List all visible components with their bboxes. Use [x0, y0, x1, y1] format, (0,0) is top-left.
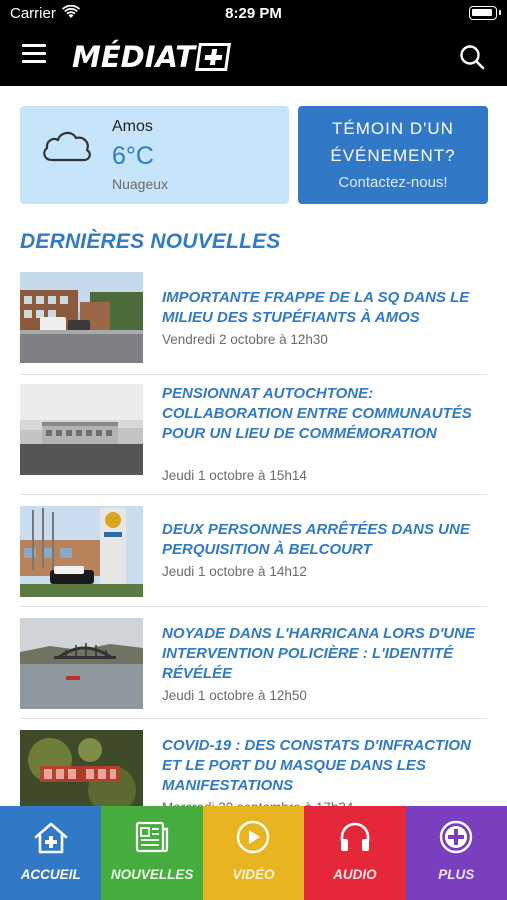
news-headline[interactable]: IMPORTANTE FRAPPE DE LA SQ DANS LE MILIE… [162, 288, 482, 328]
news-date: Vendredi 2 octobre à 12h30 [162, 332, 328, 347]
weather-card[interactable]: Amos 6°C Nuageux [20, 106, 289, 204]
news-item[interactable]: IMPORTANTE FRAPPE DE LA SQ DANS LE MILIE… [20, 272, 487, 374]
bottom-tab-bar: ACCUEIL NOUVELLES VIDÉO AUDIO PLUS [0, 806, 507, 900]
news-item[interactable]: PENSIONNAT AUTOCHTONE: COLLABORATION ENT… [20, 384, 487, 496]
news-date: Jeudi 1 octobre à 12h50 [162, 688, 307, 703]
news-headline[interactable]: DEUX PERSONNES ARRÊTÉES DANS UNE PERQUIS… [162, 520, 482, 560]
tab-video[interactable]: VIDÉO [202, 806, 305, 900]
home-plus-icon [32, 819, 70, 862]
cloud-icon [40, 126, 94, 171]
tab-label: AUDIO [333, 867, 377, 882]
news-item[interactable]: DEUX PERSONNES ARRÊTÉES DANS UNE PERQUIS… [20, 506, 487, 606]
headphones-icon [337, 819, 373, 860]
tab-label: VIDÉO [232, 867, 275, 882]
hamburger-menu-icon[interactable] [22, 44, 48, 66]
news-item[interactable]: NOYADE DANS L'HARRICANA LORS D'UNE INTER… [20, 618, 487, 718]
weather-temperature: 6°C [112, 142, 154, 170]
tab-plus[interactable]: PLUS [405, 806, 507, 900]
weather-city: Amos [112, 118, 153, 135]
report-event-line-1: TÉMOIN D'UN [332, 119, 454, 138]
news-thumbnail[interactable] [20, 506, 143, 597]
divider [20, 494, 487, 495]
divider [20, 374, 487, 375]
news-date: Jeudi 1 octobre à 15h14 [162, 468, 307, 483]
news-headline[interactable]: PENSIONNAT AUTOCHTONE: COLLABORATION ENT… [162, 384, 482, 444]
status-bar: Carrier 8:29 PM [0, 0, 507, 28]
tab-audio[interactable]: AUDIO [304, 806, 406, 900]
report-event-line-2: ÉVÉNEMENT? [330, 146, 456, 165]
play-circle-icon [235, 819, 271, 860]
news-thumbnail[interactable] [20, 272, 143, 363]
tab-accueil[interactable]: ACCUEIL [0, 806, 102, 900]
divider [20, 718, 487, 719]
battery-icon [469, 6, 501, 20]
newspaper-icon [134, 819, 170, 860]
news-thumbnail[interactable] [20, 384, 143, 475]
report-event-button[interactable]: TÉMOIN D'UN ÉVÉNEMENT? Contactez-nous! [298, 106, 488, 204]
news-headline[interactable]: COVID-19 : DES CONSTATS D'INFRACTION ET … [162, 736, 482, 796]
logo-text: MÉDIAT [72, 40, 195, 74]
divider [20, 606, 487, 607]
top-bar: Carrier 8:29 PM MÉDIAT [0, 0, 507, 86]
news-headline[interactable]: NOYADE DANS L'HARRICANA LORS D'UNE INTER… [162, 624, 482, 684]
logo-plus-icon [195, 43, 231, 71]
contact-us-link[interactable]: Contactez-nous! [298, 174, 488, 191]
clock: 8:29 PM [225, 5, 282, 22]
app-screen: Carrier 8:29 PM MÉDIAT Amos 6°C Nuageux … [0, 0, 507, 900]
news-date: Jeudi 1 octobre à 14h12 [162, 564, 307, 579]
app-logo: MÉDIAT [72, 40, 231, 74]
weather-condition: Nuageux [112, 176, 169, 192]
tab-label: PLUS [438, 867, 475, 882]
plus-circle-icon [438, 819, 474, 860]
search-icon[interactable] [459, 44, 485, 70]
tab-nouvelles[interactable]: NOUVELLES [101, 806, 203, 900]
tab-label: ACCUEIL [20, 867, 81, 882]
tab-label: NOUVELLES [110, 867, 194, 882]
section-title: DERNIÈRES NOUVELLES [20, 230, 281, 253]
news-thumbnail[interactable] [20, 618, 143, 709]
